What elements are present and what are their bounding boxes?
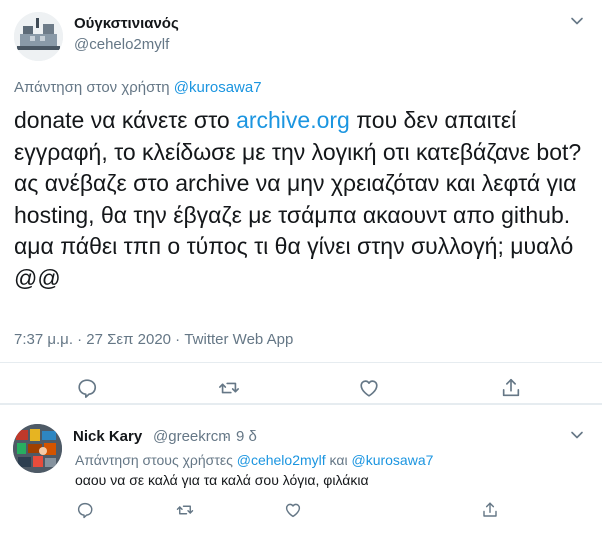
reply-icon[interactable] (76, 377, 98, 399)
mention-link[interactable]: @cehelo2mylf (237, 452, 326, 468)
avatar[interactable] (14, 12, 63, 61)
avatar[interactable] (13, 424, 62, 473)
share-icon[interactable] (481, 501, 499, 519)
tweet-meta[interactable]: 7:37 μ.μ. · 27 Σεπ 2020 · Twitter Web Ap… (14, 331, 293, 348)
retweet-icon[interactable] (176, 501, 194, 519)
share-icon[interactable] (500, 377, 522, 399)
reply-icon[interactable] (76, 501, 94, 519)
author-name[interactable]: Ούγκστινιανός (74, 15, 179, 32)
tweet-text-line2: αμα πάθει τπп ο τύπος τι θα γίνει στην σ… (14, 233, 574, 291)
reply-prefix: Απάντηση στον χρήστη (14, 79, 170, 96)
chevron-down-icon[interactable] (568, 426, 586, 444)
reply-context: Απάντηση στους χρήστες @cehelo2mylf και … (75, 452, 433, 468)
retweet-icon[interactable] (218, 377, 240, 399)
separator-dot: · (224, 428, 229, 445)
tweet-text: donate να κάνετε στο archive.org που δεν… (14, 105, 589, 294)
author-name[interactable]: Nick Kary (73, 428, 142, 445)
heart-icon[interactable] (358, 377, 380, 399)
author-handle[interactable]: @greekrcm (153, 428, 231, 445)
tweet-text-part: donate να κάνετε στο (14, 107, 237, 133)
mention-link[interactable]: @kurosawa7 (174, 79, 262, 96)
divider (0, 362, 602, 363)
reply-text: οαου να σε καλά για τα καλά σου λόγια, φ… (75, 472, 369, 488)
tweet-time[interactable]: 9 δ (236, 428, 257, 445)
reply-context: Απάντηση στον χρήστη @kurosawa7 (14, 79, 262, 96)
and-word: και (329, 452, 348, 468)
archive-link[interactable]: archive.org (236, 107, 350, 133)
author-handle[interactable]: @cehelo2mylf (74, 36, 169, 53)
mention-link[interactable]: @kurosawa7 (351, 452, 433, 468)
main-tweet: Ούγκστινιανός @cehelo2mylf Απάντηση στον… (0, 0, 602, 403)
chevron-down-icon[interactable] (568, 12, 586, 30)
heart-icon[interactable] (284, 501, 302, 519)
reply-prefix: Απάντηση στους χρήστες (75, 452, 233, 468)
